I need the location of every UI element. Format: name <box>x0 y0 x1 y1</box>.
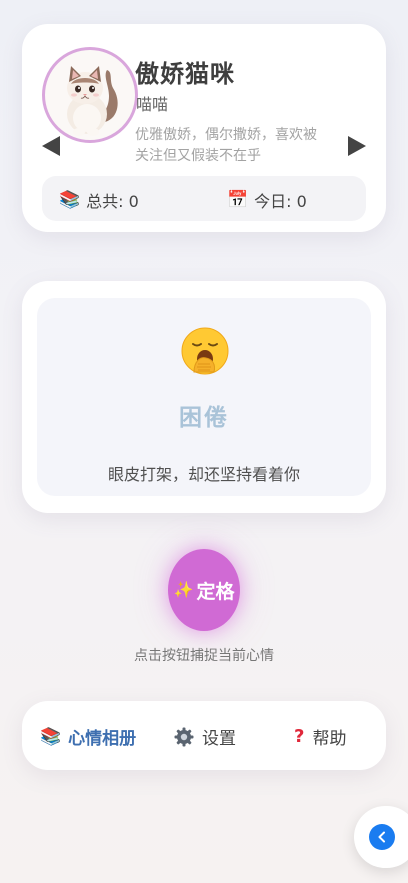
capture-button[interactable]: ✨ 定格 <box>168 549 240 631</box>
cat-description: 优雅傲娇，偶尔撒娇，喜欢被关注但又假装不在乎 <box>135 127 317 164</box>
nav-help-label: 帮助 <box>312 729 347 749</box>
nav-settings[interactable]: 设置 <box>174 724 236 749</box>
question-mark-icon: ? <box>294 726 305 747</box>
chevron-left-icon <box>369 824 395 850</box>
mood-title: 困倦 <box>179 405 229 431</box>
sparkles-icon: ✨ <box>173 582 194 599</box>
stat-today: 📅 今日: 0 <box>227 188 307 212</box>
bottom-nav: 📚 心情相册 设置 ? 帮助 <box>22 701 386 770</box>
next-cat-arrow-icon[interactable] <box>348 136 366 156</box>
cat-subname: 喵喵 <box>136 95 169 114</box>
calendar-icon: 📅 <box>227 190 249 210</box>
stat-total: 📚 总共: 0 <box>59 188 139 212</box>
books-icon: 📚 <box>59 190 81 210</box>
nav-mood-album[interactable]: 📚 心情相册 <box>40 724 137 750</box>
stats-bar: 📚 总共: 0 📅 今日: 0 <box>42 176 366 221</box>
yawning-face-icon <box>181 327 229 375</box>
cat-avatar[interactable] <box>42 47 138 143</box>
stat-today-label: 今日: 0 <box>254 192 307 211</box>
prev-cat-arrow-icon[interactable] <box>42 136 60 156</box>
mood-text: 眼皮打架，却还坚持看着你 <box>107 465 300 484</box>
stat-total-label: 总共: 0 <box>86 192 139 211</box>
floating-back-button[interactable] <box>354 806 408 868</box>
books-icon: 📚 <box>40 726 62 747</box>
gear-icon <box>174 727 194 746</box>
mood-card: 困倦 眼皮打架，却还坚持看着你 <box>22 281 386 513</box>
capture-label: 定格 <box>196 581 235 603</box>
mood-panel: 困倦 眼皮打架，却还坚持看着你 <box>37 298 371 496</box>
nav-help[interactable]: ? 帮助 <box>294 724 346 749</box>
nav-settings-label: 设置 <box>202 729 236 749</box>
cat-name: 傲娇猫咪 <box>135 60 235 88</box>
cat-icon <box>67 66 118 136</box>
profile-card: 傲娇猫咪 喵喵 优雅傲娇，偶尔撒娇，喜欢被关注但又假装不在乎 📚 总共: 0 📅… <box>22 24 386 232</box>
nav-album-label: 心情相册 <box>68 729 137 749</box>
capture-hint: 点击按钮捕捉当前心情 <box>134 648 274 664</box>
